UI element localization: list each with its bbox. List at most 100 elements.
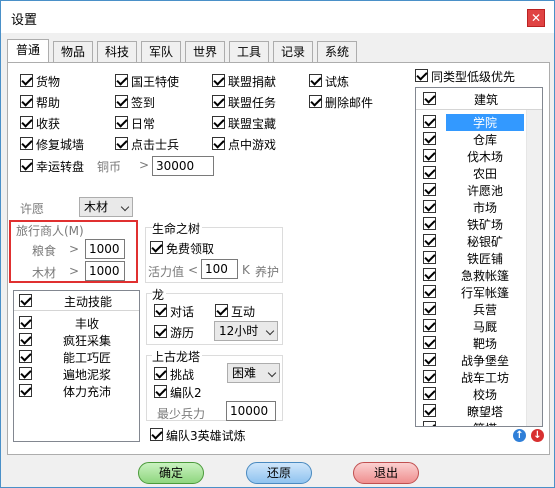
building-checkbox[interactable]	[423, 319, 436, 332]
skill-checkbox-4[interactable]	[19, 384, 32, 397]
building-row[interactable]: 伐木场	[416, 147, 542, 164]
building-checkbox[interactable]	[423, 302, 436, 315]
daily-checkbox[interactable]	[115, 116, 128, 129]
tab-tools[interactable]: 工具	[229, 41, 269, 63]
building-row[interactable]: 兵营	[416, 300, 542, 317]
trial-checkbox[interactable]	[309, 74, 322, 87]
building-checkbox[interactable]	[423, 115, 436, 128]
alliance-treasure-checkbox[interactable]	[212, 116, 225, 129]
move-up-button[interactable]: ↑	[513, 429, 526, 442]
wood-input[interactable]: 1000	[85, 261, 125, 281]
dialog-checkbox[interactable]	[154, 304, 167, 317]
tab-army[interactable]: 军队	[141, 41, 181, 63]
skill-row-0[interactable]: 丰收	[14, 314, 139, 331]
dialog-label: 对话	[170, 305, 195, 319]
skills-select-all-checkbox[interactable]	[19, 294, 32, 307]
building-row[interactable]: 学院	[416, 113, 542, 131]
building-row[interactable]: 战争堡垒	[416, 351, 542, 368]
tab-world[interactable]: 世界	[185, 41, 225, 63]
building-checkbox[interactable]	[423, 217, 436, 230]
min-troops-input[interactable]: 10000	[226, 401, 276, 421]
harvest-checkbox[interactable]	[20, 116, 33, 129]
food-input[interactable]: 1000	[85, 239, 125, 259]
lucky-wheel-checkbox[interactable]	[20, 159, 33, 172]
building-checkbox[interactable]	[423, 132, 436, 145]
building-row[interactable]: 市场	[416, 198, 542, 215]
buildings-list[interactable]: 建筑 学院 仓库 伐木场 农田 许愿池 市场 铁矿场 秘银矿 铁匠铺 急救帐篷 行军帐篷 兵营 马厩 靶场…	[415, 87, 543, 427]
wish-select[interactable]: 木材	[79, 197, 133, 217]
building-row[interactable]: 仓库	[416, 130, 542, 147]
building-checkbox[interactable]	[423, 251, 436, 264]
building-checkbox[interactable]	[423, 234, 436, 247]
building-checkbox[interactable]	[423, 370, 436, 383]
delete-mail-checkbox[interactable]	[309, 95, 322, 108]
building-row[interactable]: 行军帐篷	[416, 283, 542, 300]
tab-items[interactable]: 物品	[53, 41, 93, 63]
travel-checkbox[interactable]	[154, 325, 167, 338]
building-checkbox[interactable]	[423, 421, 436, 426]
tab-tech[interactable]: 科技	[97, 41, 137, 63]
repair-wall-checkbox[interactable]	[20, 137, 33, 150]
move-down-button[interactable]: ↓	[531, 429, 544, 442]
building-row[interactable]: 农田	[416, 164, 542, 181]
challenge-checkbox[interactable]	[154, 367, 167, 380]
building-checkbox[interactable]	[423, 183, 436, 196]
building-row[interactable]: 瞭望塔	[416, 402, 542, 419]
building-row[interactable]: 许愿池	[416, 181, 542, 198]
building-checkbox[interactable]	[423, 268, 436, 281]
vitality-input[interactable]: 100	[201, 259, 238, 279]
skill-checkbox-2[interactable]	[19, 350, 32, 363]
same-type-priority-checkbox[interactable]	[415, 69, 428, 82]
sign-in-checkbox[interactable]	[115, 95, 128, 108]
building-checkbox[interactable]	[423, 336, 436, 349]
skill-checkbox-1[interactable]	[19, 333, 32, 346]
window-title: 设置	[11, 13, 38, 28]
building-row[interactable]: 箭塔	[416, 419, 542, 426]
building-checkbox[interactable]	[423, 200, 436, 213]
buildings-scrollbar[interactable]	[526, 110, 542, 426]
building-checkbox[interactable]	[423, 149, 436, 162]
building-row[interactable]: 靶场	[416, 334, 542, 351]
travel-duration-select[interactable]: 12小时	[214, 321, 278, 341]
interact-checkbox[interactable]	[215, 304, 228, 317]
help-checkbox[interactable]	[20, 95, 33, 108]
building-checkbox[interactable]	[423, 166, 436, 179]
building-row[interactable]: 秘银矿	[416, 232, 542, 249]
team2-checkbox[interactable]	[154, 385, 167, 398]
team3-hero-checkbox[interactable]	[150, 428, 163, 441]
click-game-checkbox[interactable]	[212, 137, 225, 150]
building-row[interactable]: 马厩	[416, 317, 542, 334]
goods-checkbox[interactable]	[20, 74, 33, 87]
building-checkbox[interactable]	[423, 285, 436, 298]
tab-records[interactable]: 记录	[273, 41, 313, 63]
skill-row-4[interactable]: 体力充沛	[14, 382, 139, 399]
skill-checkbox-3[interactable]	[19, 367, 32, 380]
free-claim-checkbox[interactable]	[150, 241, 163, 254]
ok-button[interactable]: 确定	[138, 462, 204, 484]
skill-row-1[interactable]: 疯狂采集	[14, 331, 139, 348]
tab-system[interactable]: 系统	[317, 41, 357, 63]
tab-general[interactable]: 普通	[7, 39, 49, 63]
skill-checkbox-0[interactable]	[19, 316, 32, 329]
skill-row-2[interactable]: 能工巧匠	[14, 348, 139, 365]
alliance-task-checkbox[interactable]	[212, 95, 225, 108]
difficulty-select[interactable]: 困难	[227, 363, 280, 383]
building-row[interactable]: 铁匠铺	[416, 249, 542, 266]
building-row[interactable]: 校场	[416, 385, 542, 402]
building-checkbox[interactable]	[423, 404, 436, 417]
building-row[interactable]: 战车工坊	[416, 368, 542, 385]
exit-button[interactable]: 退出	[353, 462, 419, 484]
skill-row-3[interactable]: 遍地泥浆	[14, 365, 139, 382]
building-row[interactable]: 铁矿场	[416, 215, 542, 232]
building-checkbox[interactable]	[423, 387, 436, 400]
copper-input[interactable]: 30000	[152, 156, 214, 176]
alliance-donate-checkbox[interactable]	[212, 74, 225, 87]
restore-button[interactable]: 还原	[246, 462, 312, 484]
skills-list[interactable]: 主动技能 丰收 疯狂采集 能工巧匠 遍地泥浆 体力充沛	[13, 290, 140, 442]
building-checkbox[interactable]	[423, 353, 436, 366]
building-row[interactable]: 急救帐篷	[416, 266, 542, 283]
buildings-select-all-checkbox[interactable]	[423, 92, 436, 105]
click-soldier-checkbox[interactable]	[115, 137, 128, 150]
close-button[interactable]: ✕	[527, 9, 545, 27]
king-envoy-checkbox[interactable]	[115, 74, 128, 87]
